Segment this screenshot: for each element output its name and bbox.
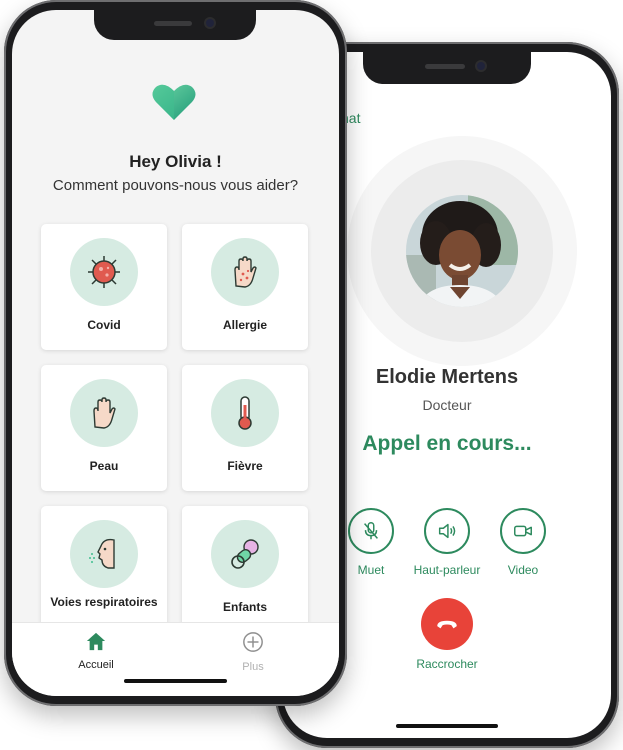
video-label: Video — [507, 563, 539, 577]
avatar-halo-inner — [371, 160, 553, 342]
home-indicator[interactable] — [124, 679, 227, 683]
earpiece-speaker — [425, 64, 465, 69]
mic-off-icon — [364, 522, 378, 540]
greeting-title: Hey Olivia ! — [129, 152, 222, 171]
category-icon-bg — [211, 520, 279, 588]
phone-notch — [363, 52, 531, 84]
hangup-button[interactable]: Raccrocher — [397, 598, 497, 671]
speaker-icon — [438, 523, 456, 539]
category-card-enfants[interactable]: Enfants — [182, 506, 308, 632]
sneeze-face-icon — [89, 538, 115, 569]
tab-label-accueil: Accueil — [78, 659, 114, 671]
hangup-label: Raccrocher — [416, 657, 478, 671]
allergy-hand-icon — [234, 256, 257, 288]
category-icon-bg — [211, 379, 279, 447]
hangup-phone-icon — [437, 620, 457, 629]
tab-plus[interactable]: Plus — [213, 631, 293, 673]
hangup-circle[interactable] — [421, 598, 473, 650]
front-camera — [477, 62, 485, 70]
home-icon — [86, 632, 106, 651]
category-label: Enfants — [222, 600, 267, 614]
video-button[interactable]: Video — [478, 508, 568, 577]
bottom-tab-bar: Accueil Plus — [12, 622, 339, 696]
category-label: Allergie — [222, 318, 267, 332]
category-card-peau[interactable]: Peau — [41, 365, 167, 491]
category-card-covid[interactable]: Covid — [41, 224, 167, 350]
category-icon-bg — [70, 238, 138, 306]
category-icon-bg — [211, 238, 279, 306]
thermometer-icon — [238, 396, 252, 430]
brand-heart-logo — [151, 82, 197, 127]
category-label: Voies respiratoires — [50, 595, 158, 609]
category-label: Covid — [87, 318, 121, 332]
category-icon-bg — [70, 520, 138, 588]
category-card-voies-respiratoires[interactable]: Voies respiratoires — [41, 506, 167, 632]
earpiece-speaker — [154, 21, 192, 26]
plus-circle-icon — [243, 632, 263, 652]
tab-accueil[interactable]: Accueil — [56, 631, 136, 671]
category-card-allergie[interactable]: Allergie — [182, 224, 308, 350]
doctor-portrait-image — [406, 195, 518, 307]
virus-icon — [88, 256, 120, 288]
greeting-subtitle: Comment pouvons-nous vous aider? — [52, 177, 299, 194]
avatar-halo — [347, 136, 577, 366]
phone-home-device: Hey Olivia ! Comment pouvons-nous vous a… — [4, 0, 347, 706]
home-screen: Hey Olivia ! Comment pouvons-nous vous a… — [12, 10, 339, 696]
category-icon-bg — [70, 379, 138, 447]
mute-circle[interactable] — [348, 508, 394, 554]
doctor-avatar — [406, 195, 518, 307]
heart-icon — [152, 84, 196, 120]
home-indicator[interactable] — [396, 724, 498, 728]
video-circle[interactable] — [500, 508, 546, 554]
phone-notch — [94, 10, 256, 40]
category-label: Peau — [89, 459, 119, 473]
tab-label-plus: Plus — [242, 661, 264, 673]
front-camera — [206, 19, 214, 27]
category-label: Fièvre — [227, 459, 263, 473]
speaker-circle[interactable] — [424, 508, 470, 554]
video-camera-icon — [514, 525, 532, 537]
hand-icon — [93, 397, 116, 429]
category-card-fievre[interactable]: Fièvre — [182, 365, 308, 491]
pacifier-icon — [231, 539, 259, 569]
